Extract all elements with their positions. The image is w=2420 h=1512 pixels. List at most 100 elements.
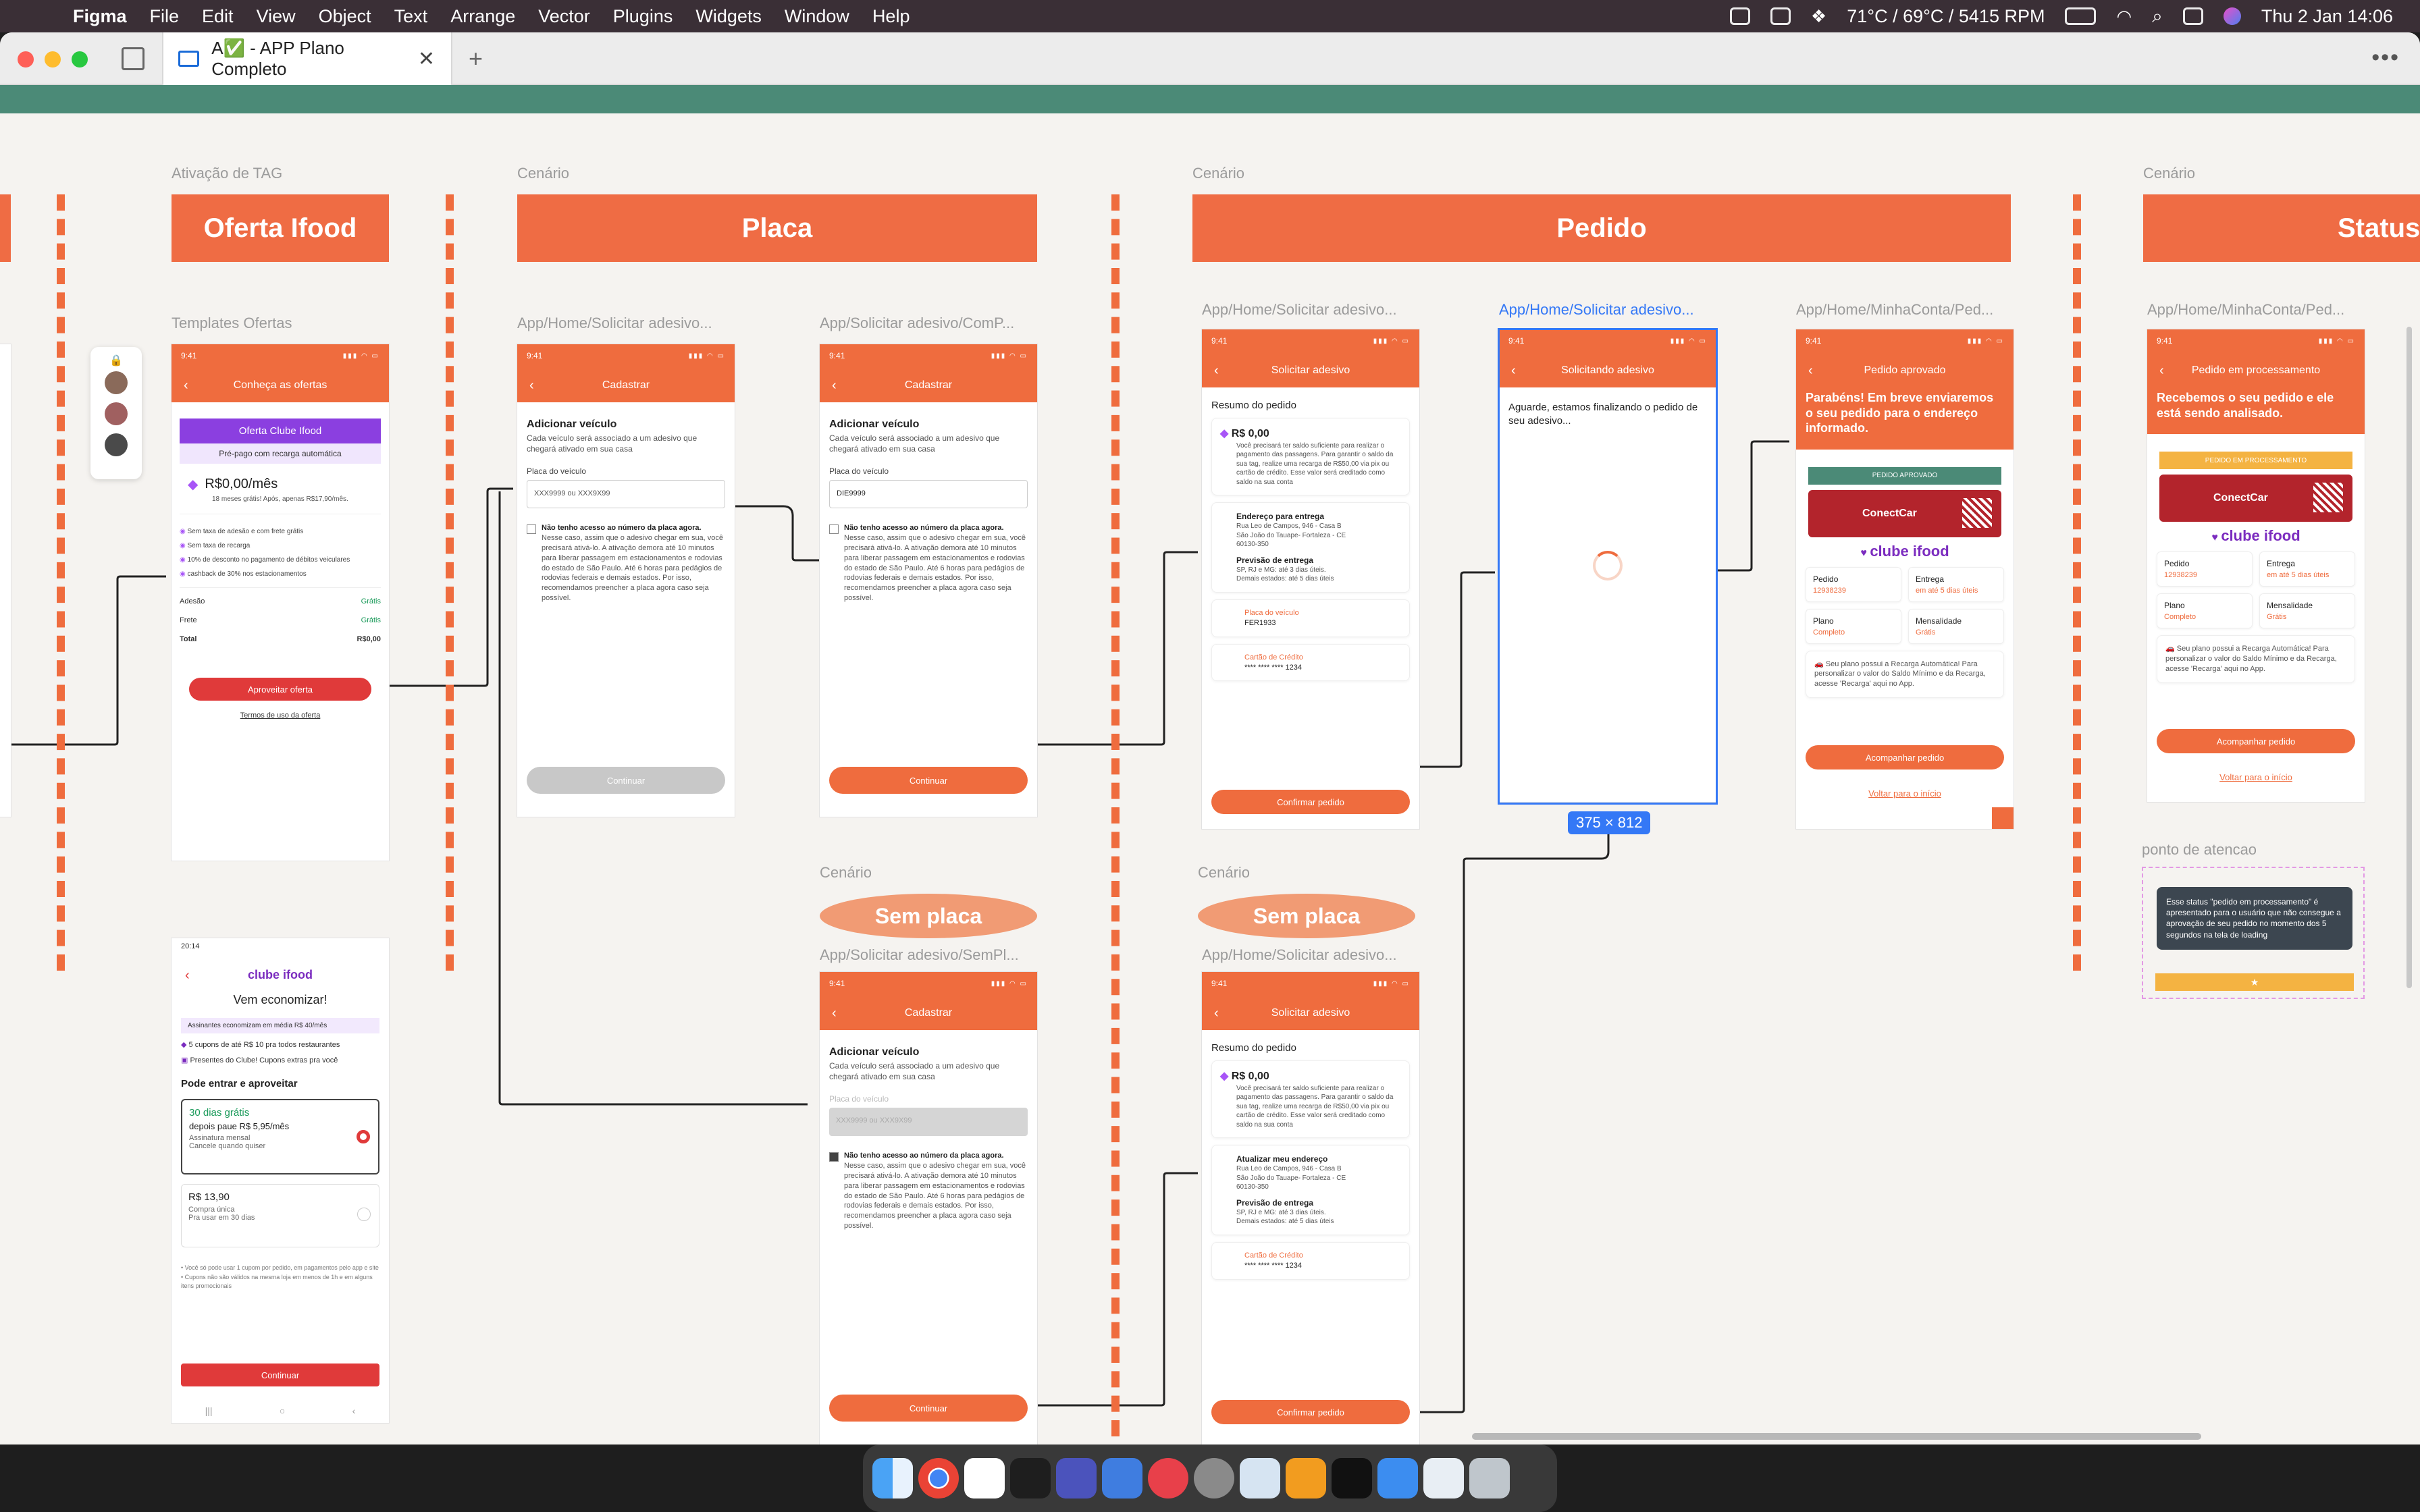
plan-option-single[interactable]: R$ 13,90 Compra única Pra usar em 30 dia…	[181, 1184, 379, 1247]
lock-icon[interactable]: 🔒	[90, 354, 142, 367]
back-icon[interactable]: ‹	[184, 378, 188, 394]
frame-label[interactable]: App/Home/Solicitar adesivo...	[1202, 946, 1397, 964]
figma-icon[interactable]	[1010, 1458, 1051, 1498]
resize-handle[interactable]	[1992, 807, 2014, 829]
frame-resumo-sem-placa[interactable]: 9:41 ▮▮▮ ◠ ▭ ‹ Solicitar adesivo Resumo do…	[1202, 972, 1419, 1444]
finder-icon[interactable]	[872, 1458, 913, 1498]
wifi-icon[interactable]: ◠	[2116, 6, 2132, 27]
avatar[interactable]	[105, 402, 128, 425]
plate-card[interactable]: Placa do veículo FER1933	[1211, 599, 1410, 637]
minimize-window-button[interactable]	[45, 51, 61, 68]
frame-label[interactable]: App/Home/Solicitar adesivo...	[1202, 301, 1397, 319]
address-card[interactable]: Endereço para entrega Rua Leo de Campos,…	[1211, 502, 1410, 593]
attention-note[interactable]: Esse status "pedido em processamento" é …	[2142, 867, 2365, 999]
close-tab-icon[interactable]: ✕	[418, 47, 435, 71]
acompanhar-pedido-button[interactable]: Acompanhar pedido	[2157, 729, 2355, 753]
menu-text[interactable]: Text	[394, 6, 428, 27]
finder-window-icon[interactable]	[1377, 1458, 1418, 1498]
partial-frame[interactable]	[0, 344, 11, 817]
plan-option-monthly[interactable]: 30 dias grátis depois paue R$ 5,95/mês A…	[181, 1099, 379, 1174]
preview-icon[interactable]	[1240, 1458, 1280, 1498]
slack-icon[interactable]	[1102, 1458, 1142, 1498]
checkbox-checked[interactable]	[829, 1152, 839, 1162]
voltar-link[interactable]: Voltar para o início	[1796, 788, 2014, 799]
menu-object[interactable]: Object	[319, 6, 371, 27]
frame-label[interactable]: App/Home/MinhaConta/Ped...	[2147, 301, 2344, 319]
calendar-icon[interactable]	[964, 1458, 1005, 1498]
confirmar-pedido-button[interactable]: Confirmar pedido	[1211, 790, 1410, 814]
frame-label[interactable]: App/Solicitar adesivo/SemPl...	[820, 946, 1019, 964]
continuar-button[interactable]: Continuar	[829, 767, 1028, 794]
frame-resumo-pedido[interactable]: 9:41 ▮▮▮ ◠ ▭ ‹ Solicitar adesivo Resumo do…	[1202, 329, 1419, 829]
radio-unselected[interactable]	[357, 1208, 371, 1221]
back-icon[interactable]: ‹	[185, 968, 190, 983]
back-icon[interactable]: ‹	[832, 1006, 837, 1021]
menu-view[interactable]: View	[257, 6, 296, 27]
zoom-window-button[interactable]	[72, 51, 88, 68]
continuar-button[interactable]: Continuar	[829, 1395, 1028, 1422]
menu-vector[interactable]: Vector	[538, 6, 590, 27]
menu-widgets[interactable]: Widgets	[695, 6, 762, 27]
layout-icon[interactable]	[1770, 7, 1791, 25]
aproveitar-oferta-button[interactable]: Aproveitar oferta	[189, 678, 371, 701]
menu-help[interactable]: Help	[872, 6, 910, 27]
figma-status-icon[interactable]: ❖	[1811, 6, 1826, 27]
section-banner-status[interactable]: Status do P	[2143, 194, 2420, 262]
checkbox[interactable]	[527, 524, 536, 535]
section-banner-sem-placa[interactable]: Sem placa	[1198, 894, 1415, 938]
voltar-link[interactable]: Voltar para o início	[2147, 772, 2365, 782]
card-payment[interactable]: Cartão de Crédito **** **** **** 1234	[1211, 1241, 1410, 1280]
address-card[interactable]: Atualizar meu endereço Rua Leo de Campos…	[1211, 1145, 1410, 1235]
section-banner-sem-placa[interactable]: Sem placa	[820, 894, 1037, 938]
radio-selected[interactable]	[357, 1130, 370, 1143]
frame-cadastrar-filled[interactable]: 9:41 ▮▮▮ ◠ ▭ ‹ Cadastrar Adicionar veículo…	[820, 344, 1037, 817]
documents-icon[interactable]	[1423, 1458, 1464, 1498]
frame-cadastrar-empty[interactable]: 9:41 ▮▮▮ ◠ ▭ ‹ Cadastrar Adicionar veículo…	[517, 344, 735, 817]
clock[interactable]: Thu 2 Jan 14:06	[2261, 6, 2393, 27]
menu-window[interactable]: Window	[785, 6, 849, 27]
acompanhar-pedido-button[interactable]: Acompanhar pedido	[1806, 745, 2004, 770]
plate-input[interactable]: DIE9999	[829, 480, 1028, 509]
card-payment[interactable]: Cartão de Crédito **** **** **** 1234	[1211, 643, 1410, 682]
menu-arrange[interactable]: Arrange	[450, 6, 515, 27]
back-icon[interactable]: ‹	[529, 378, 534, 394]
frame-cadastrar-sem-placa[interactable]: 9:41 ▮▮▮ ◠ ▭ ‹ Cadastrar Adicionar veículo…	[820, 972, 1037, 1444]
vertical-scrollbar[interactable]	[2406, 327, 2412, 988]
siri-icon[interactable]	[2223, 7, 2241, 25]
figma-canvas[interactable]: Ativação de TAG Oferta Ifood Cenário Pla…	[0, 113, 2420, 1444]
menu-edit[interactable]: Edit	[202, 6, 234, 27]
frame-pedido-processamento[interactable]: 9:41 ▮▮▮ ◠ ▭ ‹ Pedido em processamento Rec…	[2147, 329, 2365, 802]
section-banner-oferta[interactable]: Oferta Ifood	[172, 194, 389, 262]
menu-file[interactable]: File	[150, 6, 180, 27]
sublime-icon[interactable]	[1286, 1458, 1326, 1498]
close-window-button[interactable]	[18, 51, 34, 68]
teams-icon[interactable]	[1056, 1458, 1097, 1498]
back-icon[interactable]: ‹	[832, 378, 837, 394]
back-icon[interactable]: ‹	[1808, 363, 1813, 379]
back-icon[interactable]: ‹	[1214, 1006, 1219, 1021]
no-plate-checkbox[interactable]: Não tenho acesso ao número da placa agor…	[829, 523, 1028, 603]
frame-label[interactable]: Templates Ofertas	[172, 315, 292, 332]
section-banner-partial[interactable]	[0, 194, 11, 262]
frame-label-selected[interactable]: App/Home/Solicitar adesivo...	[1499, 301, 1694, 319]
continuar-button[interactable]: Continuar	[181, 1364, 379, 1386]
trash-icon[interactable]	[1469, 1458, 1510, 1498]
temperature-readout[interactable]: 71°C / 69°C / 5415 RPM	[1847, 6, 2045, 27]
home-icon[interactable]	[122, 47, 144, 70]
back-icon[interactable]: ‹	[1214, 363, 1219, 379]
back-icon[interactable]: ‹	[2159, 363, 2164, 379]
terms-link[interactable]: Termos de uso da oferta	[172, 711, 389, 720]
avatar[interactable]	[105, 371, 128, 394]
section-banner-placa[interactable]: Placa	[517, 194, 1037, 262]
battery-icon[interactable]	[2065, 7, 2097, 25]
plate-input-disabled[interactable]: XXX9999 ou XXX9X99	[829, 1108, 1028, 1137]
chrome-icon[interactable]	[918, 1458, 959, 1498]
frame-label[interactable]: App/Home/MinhaConta/Ped...	[1796, 301, 1993, 319]
frame-clube-ifood[interactable]: 20:14 ‹ clube ifood Vem economizar! Assi…	[172, 938, 389, 1423]
section-banner-pedido[interactable]: Pedido	[1192, 194, 2011, 262]
frame-pedido-aprovado[interactable]: 9:41 ▮▮▮ ◠ ▭ ‹ Pedido aprovado Parabéns! E…	[1796, 329, 2014, 829]
terminal-icon[interactable]	[1332, 1458, 1372, 1498]
tab-file[interactable]: A✅ - APP Plano Completo ✕	[162, 32, 452, 85]
avatar[interactable]	[105, 433, 128, 456]
frame-label[interactable]: App/Solicitar adesivo/ComP...	[820, 315, 1014, 332]
